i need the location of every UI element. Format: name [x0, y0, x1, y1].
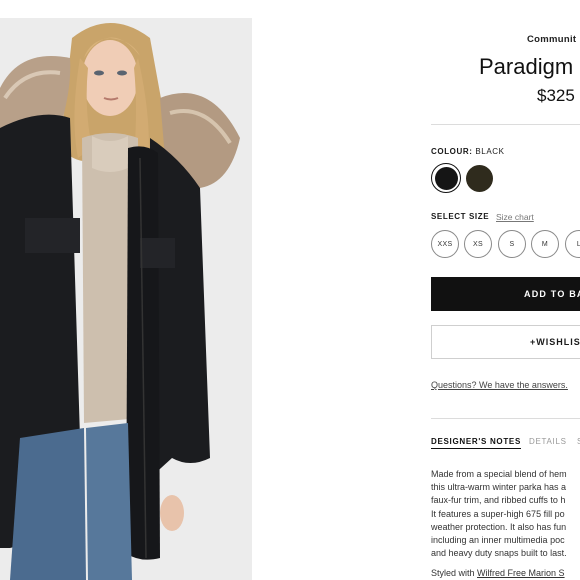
- colour-swatch-olive[interactable]: [464, 163, 494, 193]
- product-price: $325: [537, 86, 575, 105]
- tab-details[interactable]: DETAILS: [529, 437, 567, 446]
- size-option-m[interactable]: M: [531, 230, 559, 258]
- product-title: Paradigm: [479, 54, 574, 79]
- styled-with-prefix: Styled with: [431, 568, 478, 578]
- divider: [431, 124, 580, 125]
- questions-link[interactable]: Questions? We have the answers.: [431, 380, 568, 390]
- styled-with-link[interactable]: Wilfred Free Marion S: [477, 568, 565, 578]
- add-to-bag-button[interactable]: ADD TO BA: [431, 277, 580, 311]
- description-line: It features a super-high 675 fill po: [431, 508, 565, 519]
- description-line: weather protection. It also has fun: [431, 521, 567, 532]
- description-line: and heavy duty snaps built to last.: [431, 548, 567, 559]
- colour-value: BLACK: [475, 147, 505, 156]
- description-line: faux-fur trim, and ribbed cuffs to h: [431, 495, 566, 506]
- styled-with: Styled with Wilfred Free Marion S: [431, 568, 565, 578]
- swatch-fill: [434, 166, 458, 190]
- select-size-label: SELECT SIZE: [431, 212, 490, 221]
- designers-notes-text: Made from a special blend of hem this ul…: [431, 468, 580, 560]
- swatch-fill: [465, 164, 493, 192]
- divider: [431, 418, 580, 419]
- size-option-s[interactable]: S: [498, 230, 526, 258]
- size-chart-link[interactable]: Size chart: [496, 212, 534, 222]
- description-line: this ultra-warm winter parka has a: [431, 482, 567, 493]
- size-option-xs[interactable]: XS: [464, 230, 492, 258]
- description-line: Made from a special blend of hem: [431, 469, 567, 479]
- size-option-l[interactable]: L: [565, 230, 580, 258]
- add-to-wishlist-button[interactable]: +WISHLIS: [431, 325, 580, 359]
- description-line: including an inner multimedia poc: [431, 535, 565, 546]
- colour-label: COLOUR: BLACK: [431, 147, 505, 156]
- tab-designers-notes[interactable]: DESIGNER'S NOTES: [431, 437, 522, 449]
- model-wearing-parka-illustration: [0, 18, 252, 580]
- brand-name[interactable]: Communit: [527, 34, 576, 45]
- size-option-xxs[interactable]: XXS: [431, 230, 459, 258]
- colour-label-text: COLOUR:: [431, 147, 473, 156]
- product-image[interactable]: [0, 18, 252, 580]
- product-info-panel: Communit Paradigm $325 COLOUR: BLACK SEL…: [431, 0, 580, 580]
- colour-swatch-black[interactable]: [431, 163, 461, 193]
